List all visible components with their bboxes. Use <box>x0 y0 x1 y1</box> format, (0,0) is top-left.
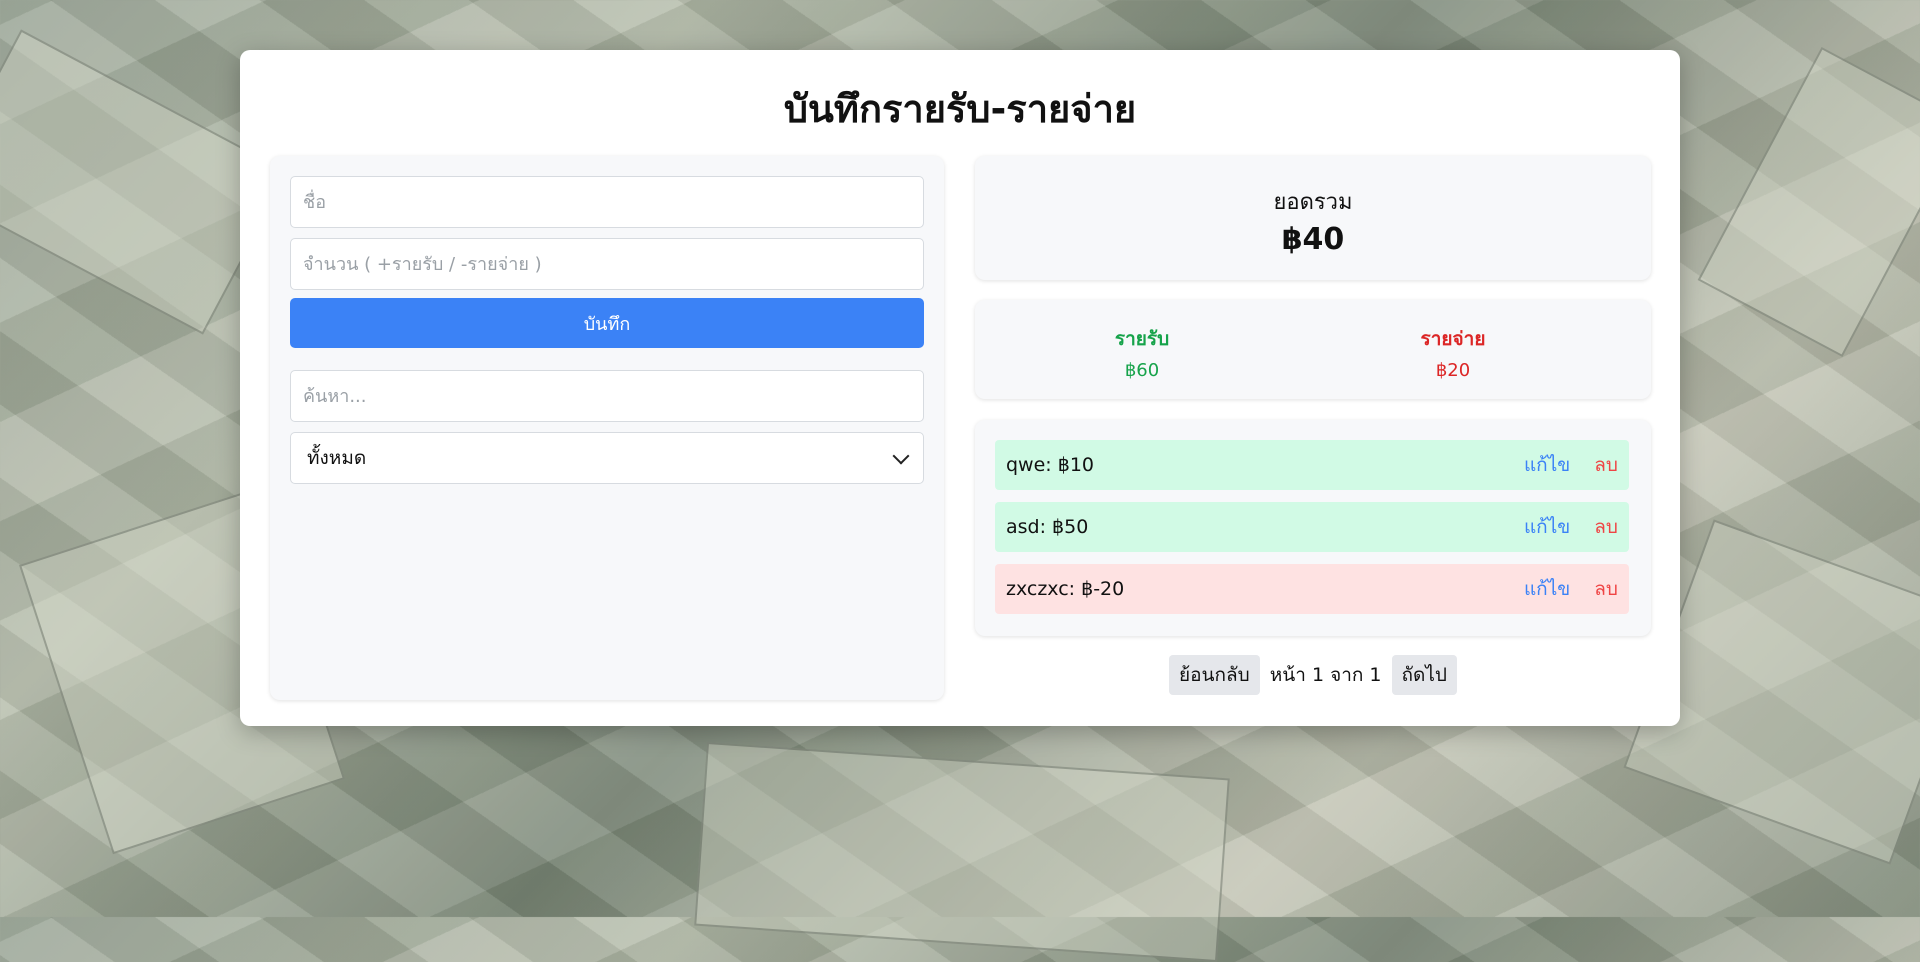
pagination: ย้อนกลับ หน้า 1 จาก 1 ถัดไป <box>975 655 1651 695</box>
transaction-text: asd: ฿50 <box>1006 516 1089 538</box>
total-panel: ยอดรวม ฿40 <box>975 156 1651 280</box>
edit-link[interactable]: แก้ไข <box>1524 454 1570 476</box>
expense-summary: รายจ่าย ฿20 <box>1353 324 1553 381</box>
delete-link[interactable]: ลบ <box>1594 454 1618 476</box>
income-expense-panel: รายรับ ฿60 รายจ่าย ฿20 <box>975 300 1651 399</box>
total-label: ยอดรวม <box>1273 190 1353 215</box>
income-value: ฿60 <box>1124 360 1160 381</box>
delete-link[interactable]: ลบ <box>1594 516 1618 538</box>
edit-link[interactable]: แก้ไข <box>1524 578 1570 600</box>
edit-link[interactable]: แก้ไข <box>1524 516 1570 538</box>
list-item: asd: ฿50 แก้ไข ลบ <box>995 502 1629 552</box>
main-card: บันทึกรายรับ-รายจ่าย บันทึก ทั้งหมด ยอดร… <box>240 50 1680 726</box>
entry-form-panel: บันทึก ทั้งหมด <box>270 156 944 700</box>
expense-value: ฿20 <box>1435 360 1471 381</box>
save-button[interactable]: บันทึก <box>290 298 924 348</box>
page-title: บันทึกรายรับ-รายจ่าย <box>783 87 1137 131</box>
page-indicator: หน้า 1 จาก 1 <box>1269 664 1382 686</box>
prev-page-button[interactable]: ย้อนกลับ <box>1168 655 1260 695</box>
next-page-button[interactable]: ถัดไป <box>1391 655 1457 695</box>
search-input[interactable] <box>290 370 924 422</box>
name-input[interactable] <box>290 176 924 228</box>
filter-select[interactable]: ทั้งหมด <box>290 432 924 484</box>
background-banknote <box>1697 46 1920 358</box>
transaction-text: zxczxc: ฿-20 <box>1006 578 1125 600</box>
income-label: รายรับ <box>1114 328 1170 350</box>
chevron-down-icon <box>892 447 910 464</box>
list-item: qwe: ฿10 แก้ไข ลบ <box>995 440 1629 490</box>
filter-selected-value: ทั้งหมด <box>307 447 367 469</box>
total-value: ฿40 <box>1281 222 1345 257</box>
amount-input[interactable] <box>290 238 924 290</box>
income-summary: รายรับ ฿60 <box>1042 324 1242 381</box>
delete-link[interactable]: ลบ <box>1594 578 1618 600</box>
list-item: zxczxc: ฿-20 แก้ไข ลบ <box>995 564 1629 614</box>
transaction-text: qwe: ฿10 <box>1006 454 1094 476</box>
transaction-list: qwe: ฿10 แก้ไข ลบ asd: ฿50 แก้ไข ลบ zxcz… <box>975 420 1651 636</box>
expense-label: รายจ่าย <box>1420 328 1486 350</box>
background-banknote <box>694 741 1230 962</box>
